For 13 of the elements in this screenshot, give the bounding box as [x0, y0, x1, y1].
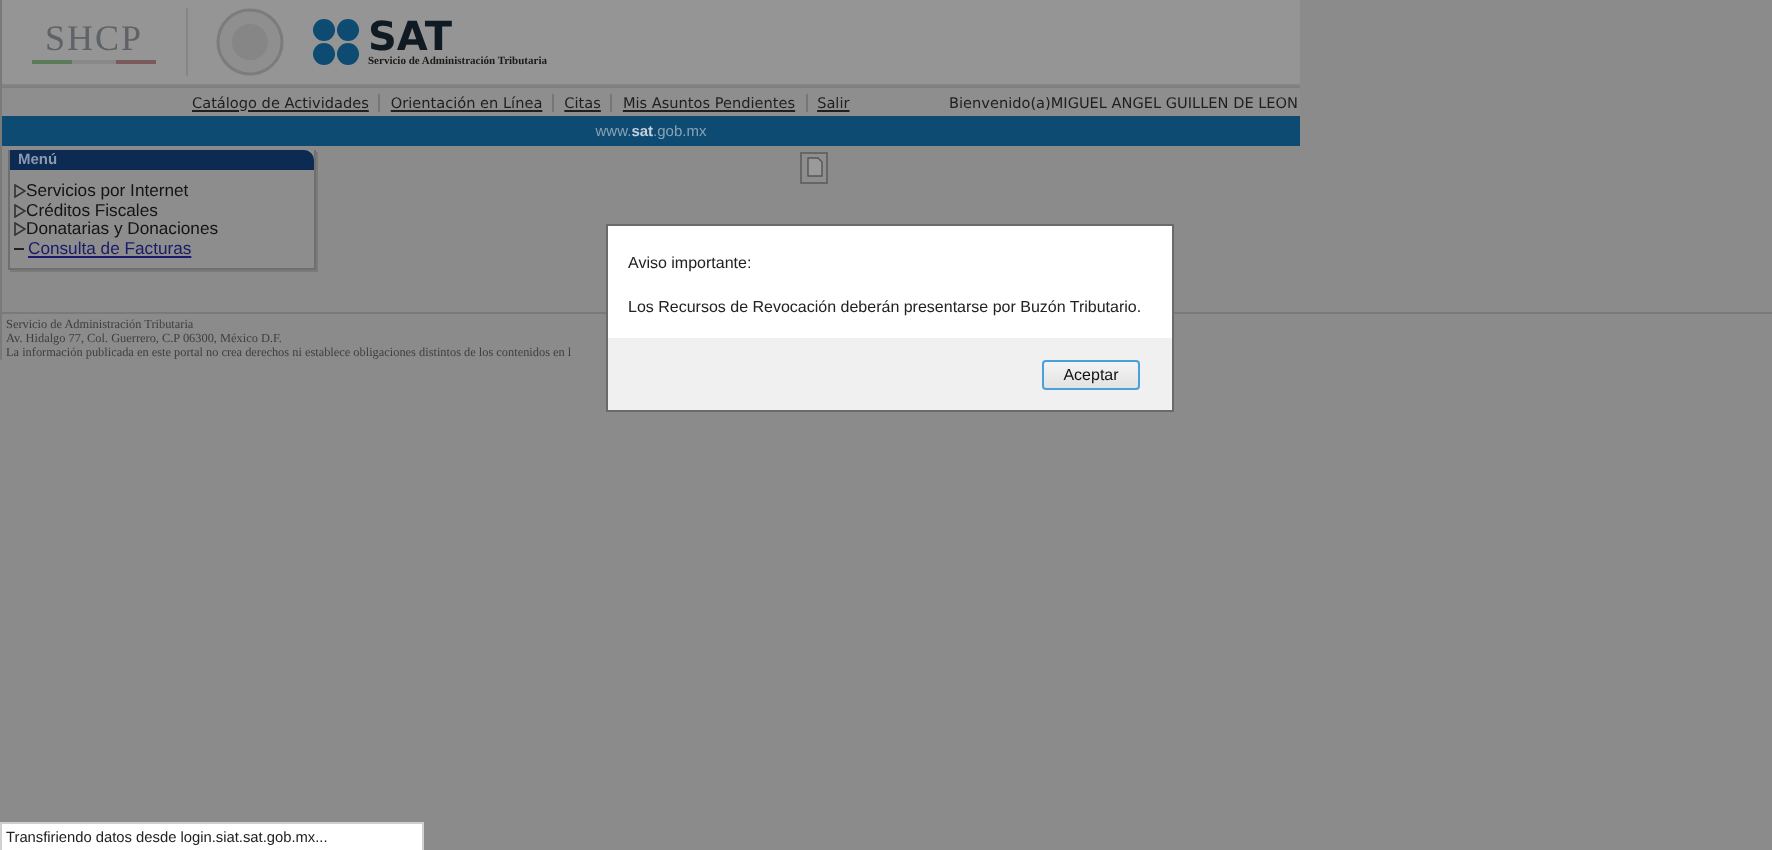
logo-rule-icon — [32, 60, 156, 66]
dialog-title: Aviso importante: — [628, 254, 754, 272]
emblem-icon — [216, 8, 284, 76]
sat-logo: SAT — [368, 16, 452, 56]
document-icon[interactable] — [800, 152, 828, 184]
menu-item[interactable]: Consulta de Facturas — [28, 239, 192, 258]
menu-item[interactable]: Créditos Fiscales — [26, 201, 158, 220]
menu-item[interactable]: Donatarias y Donaciones — [26, 220, 219, 239]
four-circles-icon — [312, 18, 360, 66]
menu-item[interactable]: Servicios por Internet — [26, 182, 189, 201]
dash-icon — [14, 247, 24, 250]
accept-button[interactable]: Aceptar — [1042, 359, 1140, 389]
dialog-message: Los Recursos de Revocación deberán presentarse por Buzón Tributario. — [628, 298, 1144, 316]
